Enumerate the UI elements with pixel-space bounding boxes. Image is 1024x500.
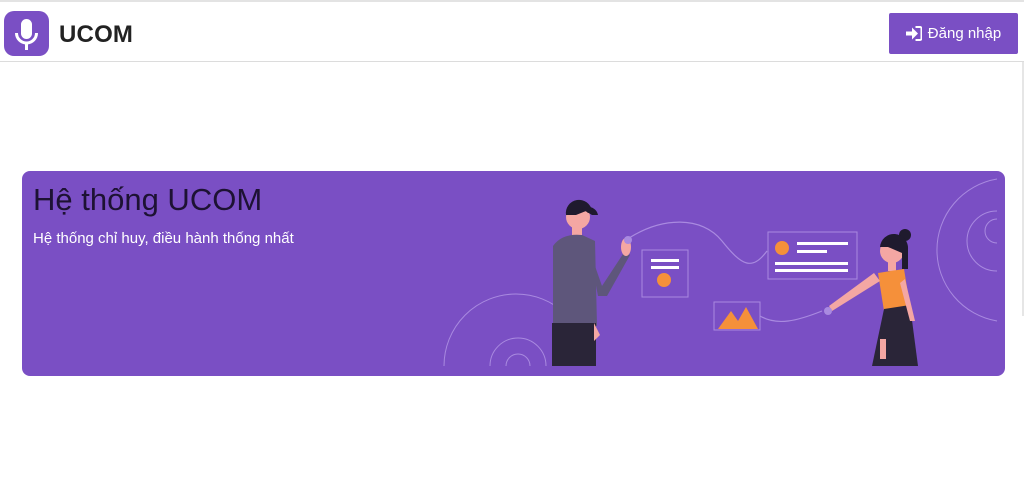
navbar: UCOM Đăng nhập (0, 2, 1024, 62)
ui-card-image (713, 301, 761, 331)
ui-card-2 (767, 231, 858, 280)
hero-banner: Hệ thống UCOM Hệ thống chỉ huy, điều hàn… (22, 171, 1005, 376)
logo[interactable] (4, 11, 49, 56)
man-figure (552, 199, 632, 366)
woman-figure (824, 229, 918, 366)
sign-in-icon (905, 26, 922, 41)
login-button[interactable]: Đăng nhập (889, 13, 1018, 54)
presentation-illustration (443, 178, 998, 367)
brand-name[interactable]: UCOM (59, 21, 133, 49)
microphone-icon (15, 19, 38, 50)
login-button-label: Đăng nhập (927, 25, 1002, 42)
ui-card-1 (641, 249, 689, 298)
